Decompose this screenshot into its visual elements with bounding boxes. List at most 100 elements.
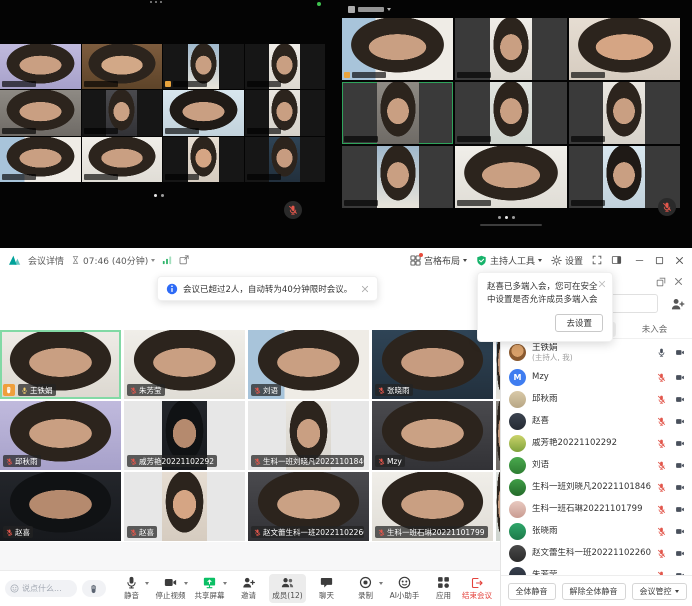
window-drag-handle[interactable] [150,1,172,4]
participant-row[interactable]: 生科一班刘晓凡20221101846 [501,476,692,498]
end-meeting-button[interactable]: 结束会议 [462,577,495,601]
toolbar-screen-share-button[interactable]: 共享屏幕 [191,574,228,603]
reaction-button[interactable] [82,580,106,597]
toolbar-chat-button[interactable]: 聊天 [308,574,345,603]
host-tools-button[interactable]: 主持人工具 [476,254,542,267]
video-tile[interactable]: 王铁娟 [0,330,121,399]
video-tile[interactable] [163,90,244,135]
video-tile[interactable] [163,137,244,182]
video-tile[interactable]: 戚芳艳20221102292 [124,401,245,470]
camera-icon[interactable] [675,439,685,448]
mic-on-icon[interactable] [657,348,666,357]
participant-row[interactable]: 王铁娟(主持人, 我) [501,339,692,366]
video-tile[interactable] [0,137,81,182]
video-tile[interactable] [82,90,163,135]
toolbar-members-button[interactable]: 成员(12) [269,574,306,603]
participant-row[interactable]: 张晓雨 [501,520,692,542]
meeting-timer[interactable]: 07:46 (40分钟) [71,254,155,267]
video-tile[interactable]: 赵文蕾生科一班20221102260 [248,472,369,541]
video-tile[interactable]: 赵喜 [124,472,245,541]
mic-muted-icon[interactable] [657,395,666,404]
mic-muted-icon[interactable] [657,505,666,514]
meeting-title-menu[interactable] [348,6,391,13]
video-tile[interactable] [455,18,566,80]
video-tile[interactable] [455,82,566,144]
participant-row[interactable]: 赵喜 [501,410,692,432]
video-tile[interactable]: 生科一班石琳20221101799 [372,472,493,541]
pagination-dots[interactable] [498,216,515,219]
participant-row[interactable]: 生科一班石琳20221101799 [501,498,692,520]
camera-icon[interactable] [675,373,685,382]
camera-icon[interactable] [675,505,685,514]
chevron-down-icon[interactable] [184,582,188,585]
scroll-indicator[interactable] [480,224,542,226]
mic-muted-icon[interactable] [657,439,666,448]
camera-icon[interactable] [675,483,685,492]
chevron-down-icon[interactable] [145,582,149,585]
mic-muted-icon[interactable] [657,461,666,470]
video-tile[interactable] [342,18,453,80]
video-tile[interactable] [163,44,244,89]
camera-icon[interactable] [675,417,685,426]
video-tile[interactable] [569,82,680,144]
mic-muted-icon[interactable] [657,373,666,382]
camera-icon[interactable] [675,461,685,470]
unmute-button[interactable] [284,201,302,219]
settings-button[interactable]: 设置 [551,254,583,267]
video-tile[interactable] [82,137,163,182]
mic-muted-icon[interactable] [657,527,666,536]
video-tile[interactable]: Mzy [372,401,493,470]
go-to-settings-button[interactable]: 去设置 [555,314,603,332]
toast-close-icon[interactable] [361,285,369,293]
toolbar-record-button[interactable]: 录制 [347,574,384,603]
video-tile[interactable] [342,82,453,144]
video-tile[interactable] [569,18,680,80]
panel-toggle-icon[interactable] [611,255,622,265]
tab-not-joined[interactable]: 未入会 [616,323,692,335]
video-tile[interactable] [455,146,566,208]
camera-icon[interactable] [675,549,685,558]
participant-row[interactable]: 戚芳艳20221102292 [501,432,692,454]
member-action-button[interactable]: 会议管控 [632,583,687,600]
chevron-down-icon[interactable] [223,582,227,585]
video-tile[interactable]: 朱芳莹 [124,330,245,399]
maximize-button[interactable] [655,256,664,265]
participant-row[interactable]: 赵文蕾生科一班20221102260 [501,542,692,564]
video-tile[interactable] [82,44,163,89]
member-action-button[interactable]: 解除全体静音 [562,583,626,600]
mic-muted-icon[interactable] [657,483,666,492]
participant-row[interactable]: 邱秋雨 [501,388,692,410]
share-window-icon[interactable] [179,255,189,265]
popout-icon[interactable] [656,277,666,287]
video-tile[interactable] [245,44,326,89]
person-add-icon[interactable] [670,297,685,311]
unmute-button[interactable] [658,198,676,216]
toolbar-invite-button[interactable]: 邀请 [230,574,267,603]
video-tile[interactable] [0,44,81,89]
video-tile[interactable]: 邱秋雨 [0,401,121,470]
video-tile[interactable] [245,90,326,135]
fullscreen-icon[interactable] [592,255,602,265]
member-action-button[interactable]: 全体静音 [508,583,556,600]
chevron-down-icon[interactable] [379,582,383,585]
video-tile[interactable]: 生科一班刘晓凡20221101846 [248,401,369,470]
grid-layout-button[interactable]: 宫格布局 [410,254,467,267]
meeting-details-button[interactable]: 会议详情 [28,254,64,267]
participant-row[interactable]: 刘语 [501,454,692,476]
close-button[interactable] [675,256,684,265]
tooltip-close-icon[interactable] [598,280,606,288]
close-icon[interactable] [674,277,683,286]
video-tile[interactable]: 刘语 [248,330,369,399]
video-tile[interactable] [0,90,81,135]
video-tile[interactable] [342,146,453,208]
video-tile[interactable] [245,137,326,182]
toolbar-apps-button[interactable]: 应用 [425,574,462,603]
camera-icon[interactable] [675,348,685,357]
video-tile[interactable]: 赵喜 [0,472,121,541]
video-tile[interactable]: 张晓雨 [372,330,493,399]
minimize-button[interactable] [635,256,644,265]
toolbar-mic-button[interactable]: 静音 [113,574,150,603]
camera-icon[interactable] [675,395,685,404]
mic-muted-icon[interactable] [657,549,666,558]
camera-icon[interactable] [675,527,685,536]
